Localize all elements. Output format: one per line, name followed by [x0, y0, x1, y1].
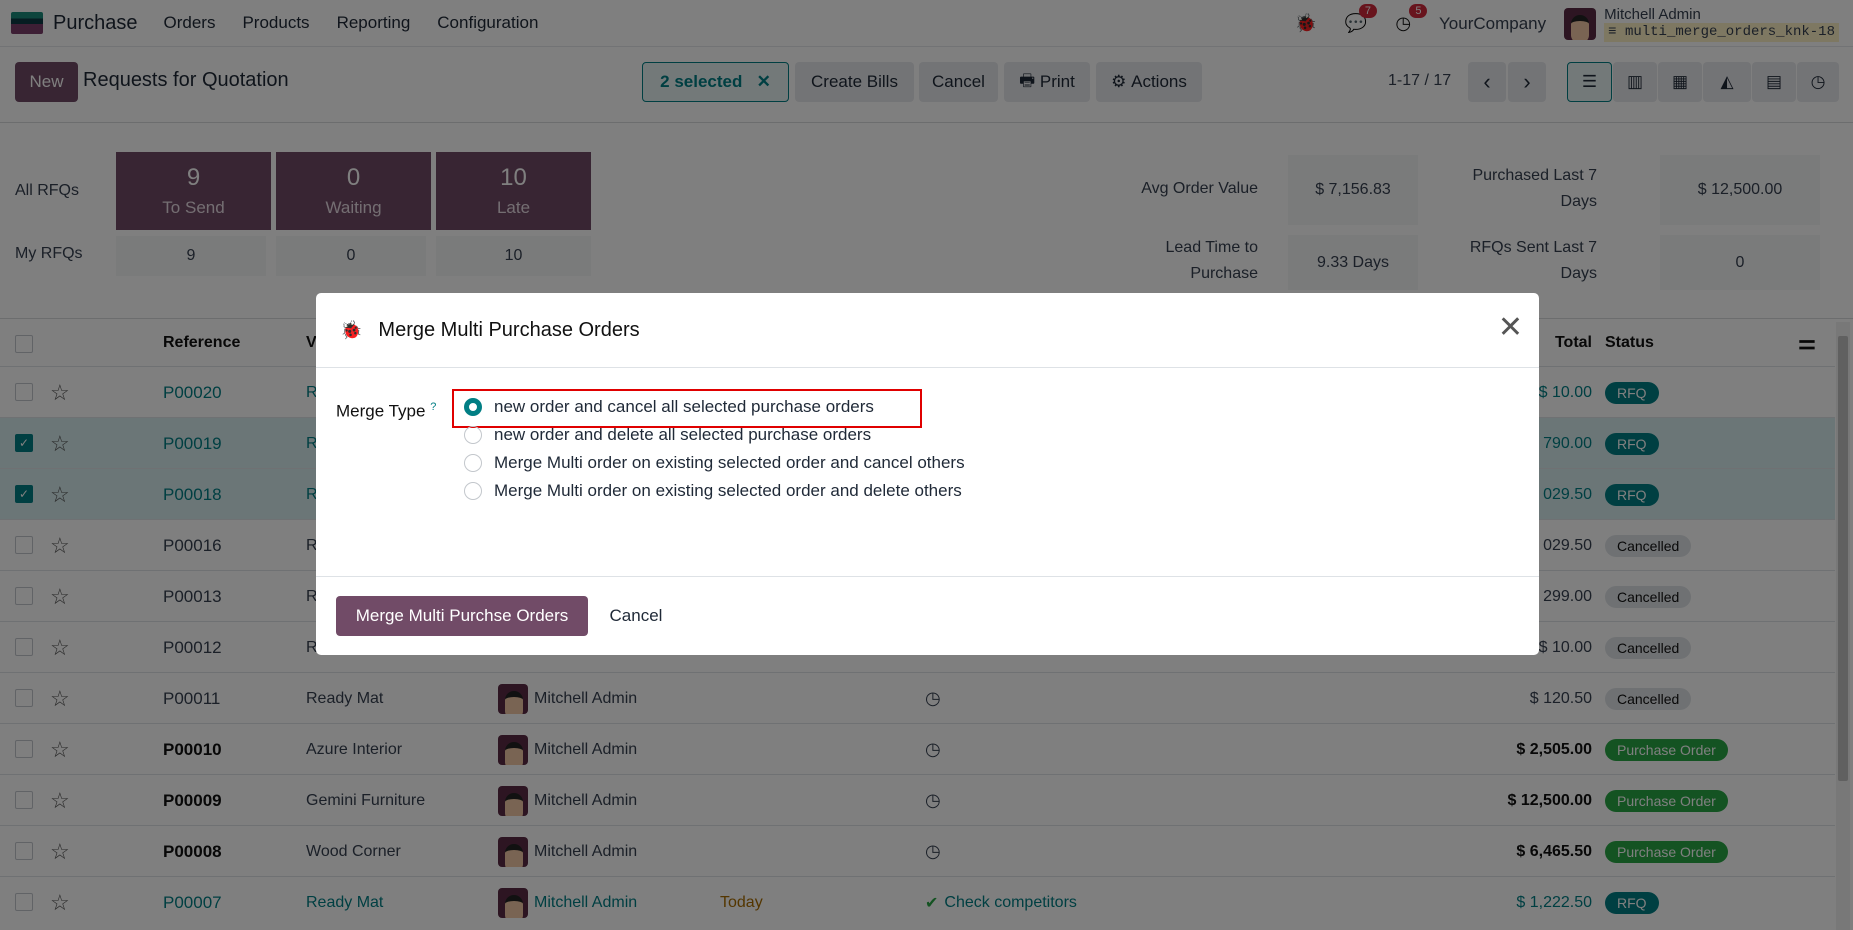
close-icon[interactable]: ✕: [1498, 313, 1523, 343]
footer-divider: [316, 576, 1539, 577]
option-label[interactable]: Merge Multi order on existing selected o…: [494, 453, 965, 473]
radio-button[interactable]: [464, 426, 482, 444]
dialog-title: Merge Multi Purchase Orders: [378, 318, 640, 341]
merge-type-label: Merge Type ?: [336, 401, 437, 421]
radio-button[interactable]: [464, 398, 482, 416]
option-label[interactable]: new order and delete all selected purcha…: [494, 425, 871, 445]
merge-confirm-button[interactable]: Merge Multi Purchse Orders: [336, 596, 588, 636]
radio-button[interactable]: [464, 454, 482, 472]
merge-type-option[interactable]: new order and delete all selected purcha…: [464, 425, 871, 445]
merge-type-option[interactable]: new order and cancel all selected purcha…: [464, 397, 874, 417]
radio-button[interactable]: [464, 482, 482, 500]
merge-dialog: 🐞 Merge Multi Purchase Orders ✕ Merge Ty…: [316, 293, 1539, 655]
merge-type-option[interactable]: Merge Multi order on existing selected o…: [464, 453, 965, 473]
dialog-cancel-button[interactable]: Cancel: [596, 596, 676, 636]
option-label[interactable]: Merge Multi order on existing selected o…: [494, 481, 962, 501]
help-icon[interactable]: ?: [430, 401, 436, 413]
option-label[interactable]: new order and cancel all selected purcha…: [494, 397, 874, 417]
merge-type-option[interactable]: Merge Multi order on existing selected o…: [464, 481, 962, 501]
debug-bug-icon[interactable]: 🐞: [340, 320, 362, 341]
